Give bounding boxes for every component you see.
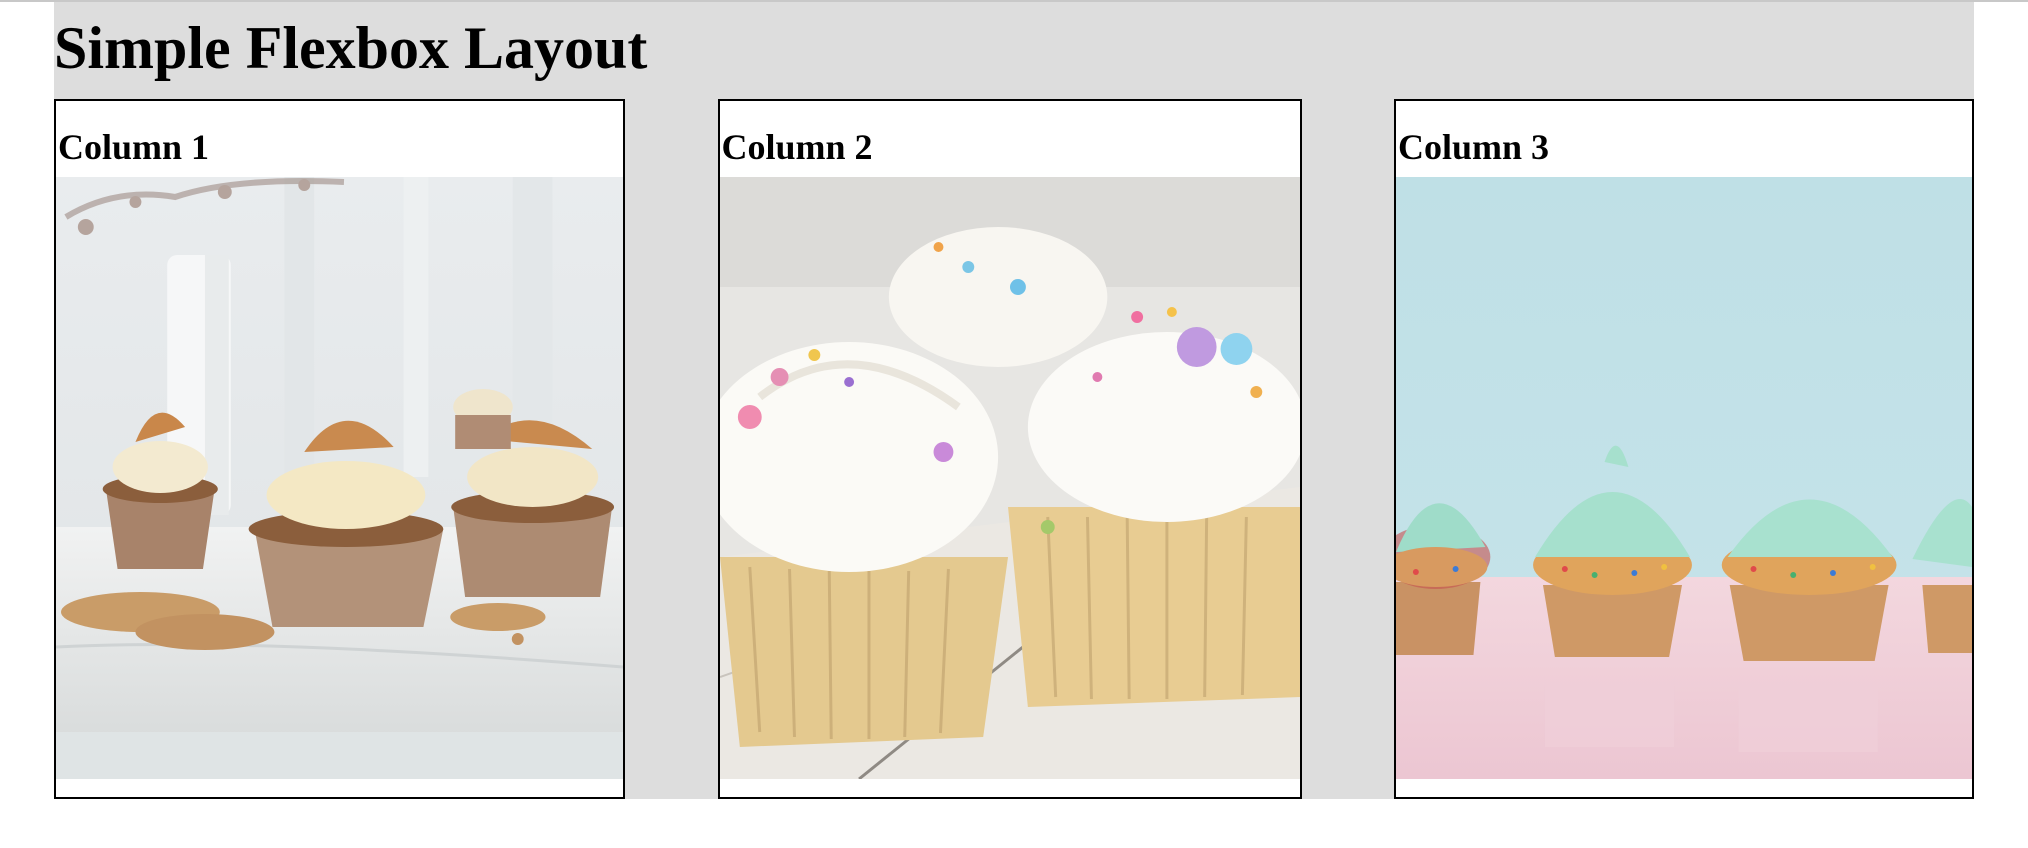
mint-frosted-cupcakes-on-pink-photo	[1396, 177, 1972, 779]
column-2-photo	[719, 177, 1300, 779]
column-1-title: Column 1	[58, 127, 210, 167]
column-3-photo	[1396, 177, 1972, 779]
column-3-title: Column 3	[1398, 127, 1550, 167]
vanilla-cupcakes-with-sprinkles-photo	[719, 177, 1300, 779]
column-2: Column 2	[717, 99, 1302, 799]
flex-container: Simple Flexbox Layout Column 1 Column 2 …	[54, 2, 1974, 799]
flex-row: Column 1 Column 2 Column 3	[54, 99, 1974, 799]
page-title: Simple Flexbox Layout	[54, 15, 648, 81]
cupcakes-with-waffle-cookies-photo	[56, 177, 623, 779]
page: Simple Flexbox Layout Column 1 Column 2 …	[0, 0, 2028, 848]
column-2-title: Column 2	[721, 127, 873, 167]
column-1: Column 1	[54, 99, 625, 799]
column-3: Column 3	[1394, 99, 1974, 799]
column-1-photo	[56, 177, 623, 779]
